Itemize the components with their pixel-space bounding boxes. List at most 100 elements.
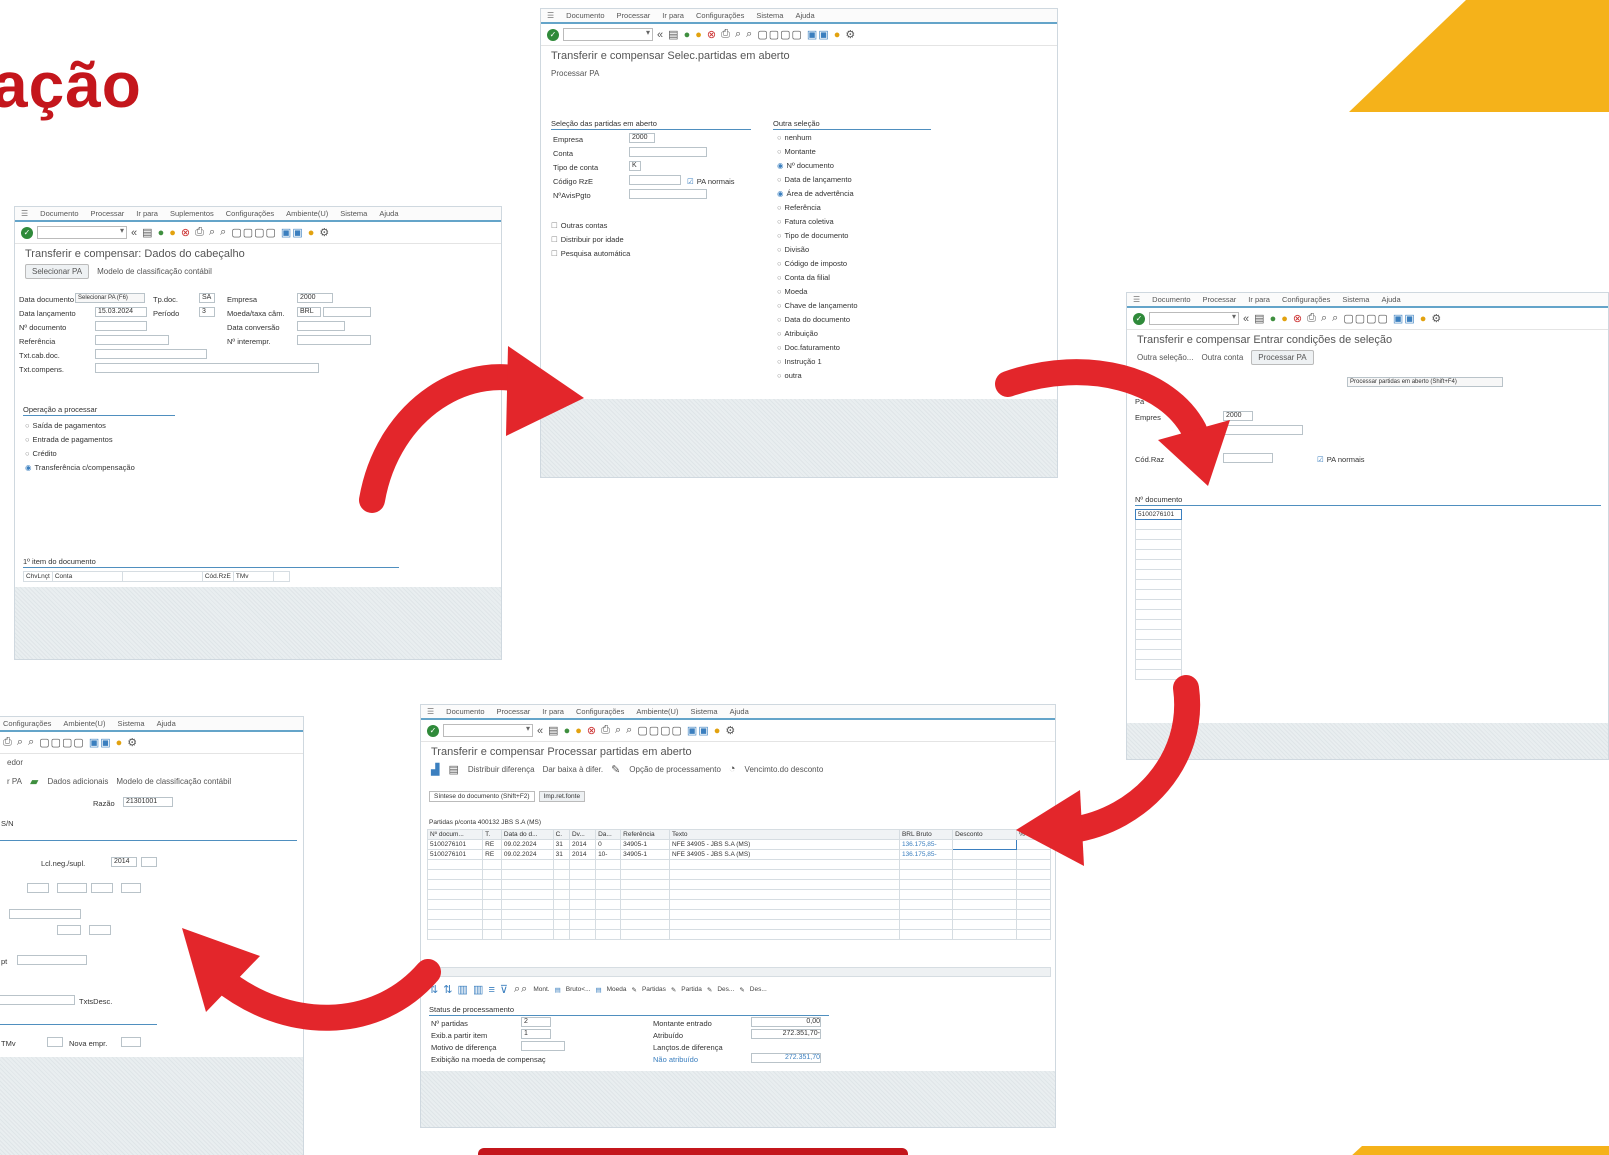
field-periodo[interactable]: 3 xyxy=(199,307,215,317)
menu-configuracoes[interactable]: Configurações xyxy=(3,719,51,728)
help-icon[interactable]: ● xyxy=(834,29,842,41)
help-icon[interactable]: ● xyxy=(308,227,316,239)
radio-saida-pagamentos[interactable]: Saída de pagamentos xyxy=(25,421,106,430)
btn-moeda[interactable]: Moeda xyxy=(607,986,627,993)
field-conta[interactable] xyxy=(629,147,707,157)
cell-empty[interactable] xyxy=(1135,619,1182,630)
additional-data-button[interactable]: Dados adicionais xyxy=(47,777,108,786)
btn-des2[interactable]: Des... xyxy=(750,986,767,993)
field-exib-item[interactable]: 1 xyxy=(521,1029,551,1039)
back-forward-icons[interactable]: « ▤ xyxy=(657,28,680,41)
sap-menu-icon[interactable]: ☰ xyxy=(21,209,28,218)
col-data[interactable]: Data do d... xyxy=(500,829,554,840)
layout-icons[interactable]: ▣▣ xyxy=(807,28,830,41)
col-desconto[interactable]: Desconto xyxy=(952,829,1018,840)
col-nr-doc[interactable]: Nº docum... xyxy=(426,829,484,840)
btn-bruto[interactable]: Bruto<... xyxy=(566,986,591,993)
page-nav-icons[interactable]: ▢▢▢▢ xyxy=(757,28,803,41)
back-icon[interactable]: ● xyxy=(1270,313,1278,325)
print-find-icons[interactable]: ⎙ ⌕ ⌕ xyxy=(195,226,227,239)
col-dias[interactable]: Da... xyxy=(595,829,622,840)
select-pa-button[interactable]: Selecionar PA xyxy=(25,263,90,279)
write-off-button[interactable]: Dar baixa à difer. xyxy=(543,765,603,774)
menu-ajuda[interactable]: Ajuda xyxy=(157,719,176,728)
field-lcl-neg[interactable]: 2014 xyxy=(111,857,137,867)
cell-empty[interactable] xyxy=(1135,669,1182,680)
horizontal-scrollbar[interactable] xyxy=(427,967,1051,977)
menu-sistema[interactable]: Sistema xyxy=(690,707,717,716)
cell[interactable] xyxy=(952,849,1018,860)
help-icon[interactable]: ● xyxy=(1420,313,1428,325)
page-nav-icons[interactable]: ▢▢▢▢ xyxy=(637,724,683,737)
cell-empty[interactable] xyxy=(1135,519,1182,530)
back-forward-icons[interactable]: « ▤ xyxy=(1243,312,1266,325)
menu-documento[interactable]: Documento xyxy=(566,11,604,20)
process-pa-fragment[interactable]: r PA xyxy=(7,777,22,786)
menu-processar[interactable]: Processar xyxy=(617,11,651,20)
process-pa-button[interactable]: Processar PA xyxy=(1251,349,1314,365)
field-f[interactable] xyxy=(57,925,81,935)
field-tp-doc[interactable]: SA xyxy=(199,293,215,303)
cell-desconto-input[interactable] xyxy=(952,839,1018,850)
print-find-icons[interactable]: ⎙ ⌕ ⌕ xyxy=(721,28,753,41)
settings-icon[interactable]: ⚙ xyxy=(319,226,330,239)
settings-icon[interactable]: ⚙ xyxy=(1431,312,1442,325)
print-find-icons[interactable]: ⎙ ⌕ ⌕ xyxy=(1307,312,1339,325)
col-brl-bruto[interactable]: BRL Bruto xyxy=(898,829,954,840)
sort-icons[interactable]: ⇅ ⇅ ▥ ▥ ≡ ⊽ xyxy=(429,983,509,996)
radio-codigo-imposto[interactable]: Código de imposto xyxy=(777,259,848,268)
process-pa-button[interactable]: Processar PA xyxy=(551,69,599,78)
radio-divisao[interactable]: Divisão xyxy=(777,245,810,254)
radio-entrada-pagamentos[interactable]: Entrada de pagamentos xyxy=(25,435,113,444)
settings-icon[interactable]: ⚙ xyxy=(845,28,856,41)
menu-sistema[interactable]: Sistema xyxy=(117,719,144,728)
field-tmv[interactable] xyxy=(272,571,290,582)
btn-partida[interactable]: Partida xyxy=(681,986,702,993)
menu-documento[interactable]: Documento xyxy=(40,209,78,218)
btn-des1[interactable]: Des... xyxy=(717,986,734,993)
chart-icon[interactable]: ▟ xyxy=(431,763,440,776)
col-texto[interactable]: Texto xyxy=(668,829,900,840)
menu-ir-para[interactable]: Ir para xyxy=(542,707,564,716)
radio-outra[interactable]: outra xyxy=(777,371,802,380)
back-icon[interactable]: ● xyxy=(564,725,572,737)
radio-data-documento[interactable]: Data do documento xyxy=(777,315,850,324)
back-forward-icons[interactable]: « ▤ xyxy=(131,226,154,239)
cell-empty[interactable] xyxy=(1135,639,1182,650)
cell-empty[interactable] xyxy=(1135,539,1182,550)
field-tmv[interactable] xyxy=(47,1037,63,1047)
layout-icons[interactable]: ▣▣ xyxy=(687,724,710,737)
menu-sistema[interactable]: Sistema xyxy=(1342,295,1369,304)
field-h[interactable] xyxy=(17,955,87,965)
command-field[interactable] xyxy=(443,724,533,737)
field-moeda[interactable]: BRL xyxy=(297,307,321,317)
cell-empty[interactable] xyxy=(1135,569,1182,580)
layout-icons[interactable]: ▣▣ xyxy=(1393,312,1416,325)
page-nav-icons[interactable]: ▢▢▢▢ xyxy=(231,226,277,239)
cell-empty[interactable] xyxy=(1135,589,1182,600)
exit-icon[interactable]: ● xyxy=(695,29,703,41)
enter-icon[interactable]: ✓ xyxy=(21,226,33,239)
menu-processar[interactable]: Processar xyxy=(1203,295,1237,304)
menu-ajuda[interactable]: Ajuda xyxy=(730,707,749,716)
command-field[interactable] xyxy=(563,28,653,41)
cell-empty[interactable] xyxy=(1135,529,1182,540)
btn-mont[interactable]: Mont. xyxy=(533,986,549,993)
field-nfavispgto[interactable] xyxy=(629,189,707,199)
radio-conta-filial[interactable]: Conta da filial xyxy=(777,273,830,282)
menu-ajuda[interactable]: Ajuda xyxy=(1381,295,1400,304)
col-referencia[interactable]: Referência xyxy=(620,829,670,840)
field-a[interactable] xyxy=(27,883,49,893)
menu-ajuda[interactable]: Ajuda xyxy=(379,209,398,218)
cancel-icon[interactable]: ⊗ xyxy=(587,724,597,737)
page-nav-icons[interactable]: ▢▢▢▢ xyxy=(1343,312,1389,325)
print-find-icons[interactable]: ⎙ ⌕ ⌕ xyxy=(601,724,633,737)
cancel-icon[interactable]: ⊗ xyxy=(1293,312,1303,325)
cancel-icon[interactable]: ⊗ xyxy=(707,28,717,41)
document-icon[interactable]: ▤ xyxy=(448,763,459,776)
field-motivo[interactable] xyxy=(521,1041,565,1051)
distribute-difference-button[interactable]: Distribuir diferença xyxy=(468,765,535,774)
menu-ambiente[interactable]: Ambiente(U) xyxy=(636,707,678,716)
cell-empty[interactable] xyxy=(1135,599,1182,610)
menu-suplementos[interactable]: Suplementos xyxy=(170,209,214,218)
